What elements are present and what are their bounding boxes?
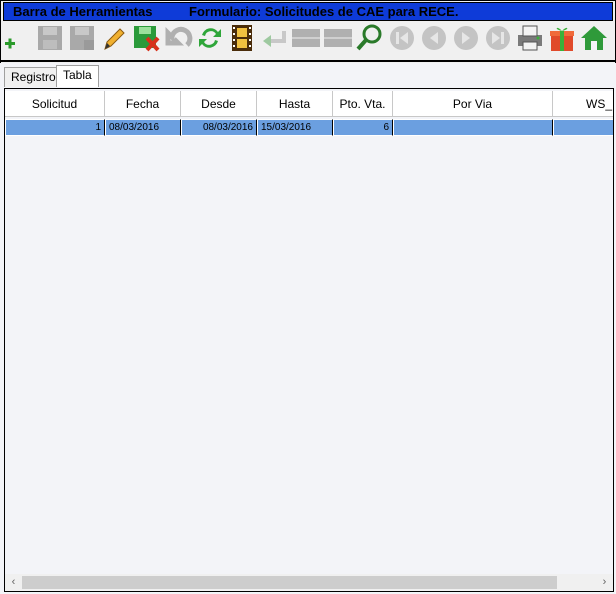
- column-header-ws[interactable]: WS_I: [553, 91, 613, 117]
- gift-icon: [550, 27, 574, 51]
- horizontal-scrollbar[interactable]: ‹ ›: [5, 574, 613, 591]
- next-record-button[interactable]: [451, 22, 481, 54]
- save-button[interactable]: [35, 22, 65, 54]
- search-button[interactable]: [355, 22, 385, 54]
- gift-button[interactable]: [547, 22, 577, 54]
- refresh-button[interactable]: [195, 22, 225, 54]
- delete-icon: [134, 26, 160, 52]
- window-separator: [0, 60, 616, 62]
- film-button[interactable]: [227, 22, 257, 54]
- last-record-icon: [486, 26, 510, 50]
- film-icon: [232, 25, 252, 51]
- cell-por-via[interactable]: [393, 119, 553, 136]
- back-arrow-icon: [263, 31, 286, 47]
- cell-hasta[interactable]: 15/03/2016: [257, 119, 333, 136]
- grid-header: Solicitud Fecha Desde Hasta Pto. Vta. Po…: [5, 91, 613, 117]
- prev-record-button[interactable]: [419, 22, 449, 54]
- delete-button[interactable]: [131, 22, 161, 54]
- cell-fecha[interactable]: 08/03/2016: [105, 119, 181, 136]
- toolbar-title: Barra de Herramientas: [13, 4, 153, 19]
- back-button[interactable]: [259, 22, 289, 54]
- save-as-button[interactable]: [67, 22, 97, 54]
- printer-icon: [518, 25, 542, 51]
- last-record-button[interactable]: [483, 22, 513, 54]
- toolbar: [3, 22, 613, 56]
- cell-pto-vta[interactable]: 6: [333, 119, 393, 136]
- prev-record-icon: [422, 26, 446, 50]
- cell-solicitud[interactable]: 1: [5, 119, 105, 136]
- blank-2-icon: [324, 29, 352, 47]
- home-icon: [581, 26, 607, 50]
- form-title: Formulario: Solicitudes de CAE para RECE…: [189, 4, 459, 19]
- column-header-fecha[interactable]: Fecha: [105, 91, 181, 117]
- column-header-hasta[interactable]: Hasta: [257, 91, 333, 117]
- edit-button[interactable]: [99, 22, 129, 54]
- blank-1-icon: [292, 29, 320, 47]
- search-icon: [356, 24, 382, 51]
- undo-button[interactable]: [163, 22, 193, 54]
- print-button[interactable]: [515, 22, 545, 54]
- scroll-left-arrow[interactable]: ‹: [5, 574, 22, 591]
- column-header-solicitud[interactable]: Solicitud: [5, 91, 105, 117]
- title-bar: Barra de Herramientas Formulario: Solici…: [3, 2, 613, 21]
- column-header-pto-vta[interactable]: Pto. Vta.: [333, 91, 393, 117]
- refresh-icon: [199, 28, 221, 48]
- data-grid[interactable]: Solicitud Fecha Desde Hasta Pto. Vta. Po…: [4, 88, 614, 592]
- app-window: Barra de Herramientas Formulario: Solici…: [0, 0, 616, 63]
- tab-tabla[interactable]: Tabla: [56, 65, 99, 87]
- home-button[interactable]: [579, 22, 609, 54]
- table-row[interactable]: 1 08/03/2016 08/03/2016 15/03/2016 6: [5, 119, 613, 136]
- cell-ws[interactable]: [553, 119, 613, 136]
- add-button[interactable]: [3, 22, 33, 54]
- column-header-por-via[interactable]: Por Via: [393, 91, 553, 117]
- cell-desde[interactable]: 08/03/2016: [181, 119, 257, 136]
- next-record-icon: [454, 26, 478, 50]
- first-record-icon: [390, 26, 414, 50]
- column-header-desde[interactable]: Desde: [181, 91, 257, 117]
- first-record-button[interactable]: [387, 22, 417, 54]
- undo-icon: [165, 26, 193, 47]
- edit-pencil-icon: [104, 28, 125, 50]
- blank-button-2[interactable]: [323, 22, 353, 54]
- save-icon: [38, 26, 62, 50]
- scroll-thumb[interactable]: [22, 576, 557, 589]
- scroll-right-arrow[interactable]: ›: [596, 574, 613, 591]
- save-as-icon: [70, 26, 94, 50]
- add-icon: [5, 38, 15, 49]
- tab-registro[interactable]: Registro: [4, 67, 63, 87]
- blank-button-1[interactable]: [291, 22, 321, 54]
